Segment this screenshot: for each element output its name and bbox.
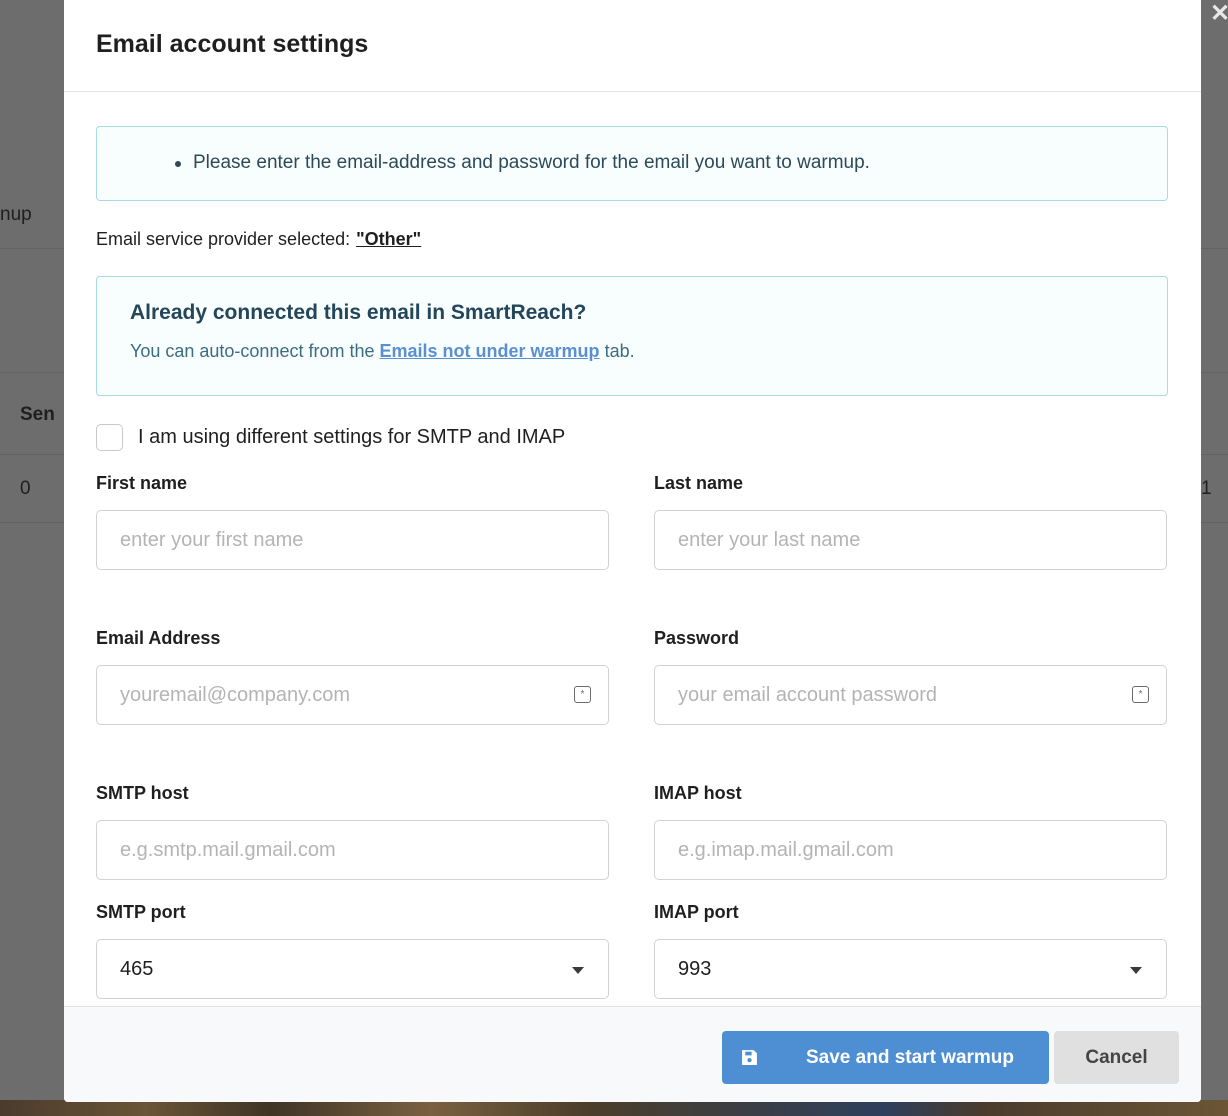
smtp-port-label: SMTP port bbox=[96, 902, 186, 922]
first-name-input[interactable]: enter your first name bbox=[96, 510, 609, 570]
info-alert: Please enter the email-address and passw… bbox=[96, 126, 1168, 201]
password-manager-icon[interactable]: * bbox=[1132, 686, 1149, 703]
already-connected-description: You can auto-connect from the Emails not… bbox=[130, 341, 1167, 362]
password-label: Password bbox=[654, 628, 740, 648]
password-manager-icon[interactable]: * bbox=[574, 686, 591, 703]
imap-host-group: IMAP host e.g.imap.mail.gmail.com bbox=[654, 783, 1167, 880]
different-settings-row[interactable]: I am using different settings for SMTP a… bbox=[96, 422, 1168, 452]
smtp-port-select[interactable]: 465 bbox=[96, 939, 609, 999]
chevron-down-icon[interactable] bbox=[1130, 967, 1142, 974]
different-settings-label[interactable]: I am using different settings for SMTP a… bbox=[138, 426, 565, 449]
password-group: Password your email account password * bbox=[654, 628, 1167, 725]
provider-line: Email service provider selected: "Other" bbox=[96, 229, 1168, 250]
info-text: Please enter the email-address and passw… bbox=[193, 152, 870, 173]
first-name-group: First name enter your first name bbox=[96, 473, 609, 570]
background-cell: 0 bbox=[20, 478, 31, 499]
imap-host-input[interactable]: e.g.imap.mail.gmail.com bbox=[654, 820, 1167, 880]
imap-port-select[interactable]: 993 bbox=[654, 939, 1167, 999]
modal-title: Email account settings bbox=[96, 30, 369, 58]
email-settings-modal: Email account settings Please enter the … bbox=[64, 0, 1201, 1102]
email-group: Email Address youremail@company.com * bbox=[96, 628, 609, 725]
form-grid: First name enter your first name Last na… bbox=[96, 473, 1168, 999]
smtp-host-group: SMTP host e.g.smtp.mail.gmail.com bbox=[96, 783, 609, 880]
bullet-icon bbox=[175, 161, 181, 167]
modal-body: Please enter the email-address and passw… bbox=[64, 92, 1201, 999]
close-icon[interactable]: ✕ bbox=[1210, 2, 1228, 26]
imap-port-value: 993 bbox=[678, 957, 712, 980]
already-connected-alert: Already connected this email in SmartRea… bbox=[96, 276, 1168, 396]
cancel-button[interactable]: Cancel bbox=[1054, 1031, 1179, 1084]
background-cell: 1 bbox=[1201, 478, 1212, 499]
imap-port-group: IMAP port 993 bbox=[654, 902, 1167, 999]
modal-header: Email account settings bbox=[64, 0, 1201, 92]
description-prefix: You can auto-connect from the bbox=[130, 341, 375, 361]
password-placeholder: your email account password bbox=[678, 683, 938, 706]
emails-not-under-warmup-link[interactable]: Emails not under warmup bbox=[380, 341, 600, 361]
different-settings-checkbox[interactable] bbox=[96, 423, 123, 451]
imap-host-label: IMAP host bbox=[654, 783, 742, 803]
first-name-label: First name bbox=[96, 473, 188, 493]
description-suffix: tab. bbox=[604, 341, 635, 361]
imap-port-label: IMAP port bbox=[654, 902, 739, 922]
modal-footer: Save and start warmup Cancel bbox=[64, 1006, 1201, 1102]
save-label: Save and start warmup bbox=[806, 1046, 1015, 1068]
chevron-down-icon[interactable] bbox=[572, 967, 584, 974]
background-tab-fragment: nup bbox=[0, 204, 32, 225]
provider-value[interactable]: "Other" bbox=[356, 229, 421, 249]
email-input[interactable]: youremail@company.com * bbox=[96, 665, 609, 725]
last-name-group: Last name enter your last name bbox=[654, 473, 1167, 570]
smtp-port-value: 465 bbox=[120, 957, 154, 980]
last-name-input[interactable]: enter your last name bbox=[654, 510, 1167, 570]
smtp-port-group: SMTP port 465 bbox=[96, 902, 609, 999]
background-photo bbox=[0, 1100, 1228, 1116]
save-and-start-warmup-button[interactable]: Save and start warmup bbox=[722, 1031, 1049, 1084]
provider-prefix: Email service provider selected: bbox=[96, 229, 351, 249]
already-connected-title: Already connected this email in SmartRea… bbox=[130, 301, 587, 324]
email-placeholder: youremail@company.com bbox=[120, 683, 351, 706]
email-label: Email Address bbox=[96, 628, 221, 648]
last-name-label: Last name bbox=[654, 473, 744, 493]
save-icon bbox=[722, 1031, 776, 1084]
smtp-host-label: SMTP host bbox=[96, 783, 189, 803]
smtp-host-input[interactable]: e.g.smtp.mail.gmail.com bbox=[96, 820, 609, 880]
password-input[interactable]: your email account password * bbox=[654, 665, 1167, 725]
background-column-header: Sen bbox=[20, 404, 55, 425]
